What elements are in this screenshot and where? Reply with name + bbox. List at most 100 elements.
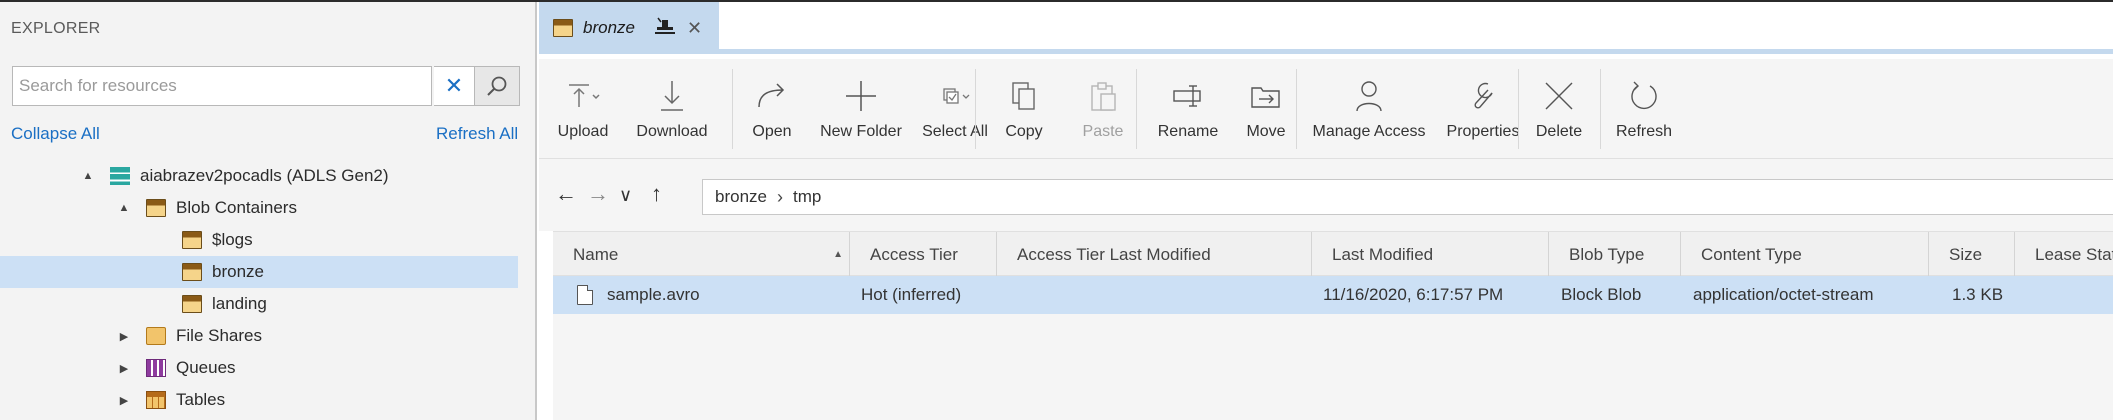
refresh-button[interactable]: Refresh <box>1603 59 1685 159</box>
tables-icon <box>146 391 166 409</box>
forward-icon[interactable]: → <box>587 181 609 207</box>
expanded-caret-icon[interactable]: ▲ <box>80 170 96 182</box>
clear-search-icon[interactable]: ✕ <box>434 66 474 106</box>
storage-account-icon <box>110 167 130 185</box>
tree-item-label: bronze <box>212 262 264 281</box>
collapse-all-link[interactable]: Collapse All <box>11 124 100 144</box>
rename-button[interactable]: Rename <box>1139 59 1237 159</box>
file-icon <box>577 285 593 305</box>
delete-icon <box>1543 79 1575 113</box>
column-label: Size <box>1949 244 1983 264</box>
person-icon <box>1354 79 1384 113</box>
search-button[interactable] <box>474 66 520 106</box>
sort-ascending-icon: ▲ <box>833 249 843 260</box>
collapsed-caret-icon[interactable]: ▶ <box>116 362 132 375</box>
column-label: Access Tier <box>870 244 958 264</box>
up-icon[interactable]: ↑ <box>651 181 662 207</box>
table-row[interactable]: sample.avro Hot (inferred) 11/16/2020, 6… <box>553 276 2113 314</box>
upload-button[interactable]: Upload <box>553 59 613 159</box>
paste-button[interactable]: Paste <box>1063 59 1143 159</box>
tree-item-file-shares[interactable]: ▶ File Shares <box>0 320 518 352</box>
column-header-content-type[interactable]: Content Type <box>1681 232 1929 277</box>
breadcrumb-root[interactable]: bronze <box>715 187 767 207</box>
search-icon <box>487 76 507 96</box>
search-input[interactable] <box>19 67 429 105</box>
search-box <box>12 66 432 106</box>
main-panel: bronze ✕ Upload Download Open New Folder… <box>539 2 2113 420</box>
blob-grid: Name ▲ Access Tier Access Tier Last Modi… <box>553 231 2113 420</box>
tree-item-label: $logs <box>212 230 253 249</box>
open-icon <box>755 79 789 113</box>
tree-item-label: aiabrazev2pocadls (ADLS Gen2) <box>140 166 389 185</box>
explorer-title: EXPLORER <box>11 20 101 37</box>
upload-icon <box>565 79 601 113</box>
chevron-down-icon[interactable]: ∨ <box>619 185 632 206</box>
cell-content-type: application/octet-stream <box>1693 285 1874 304</box>
column-header-access-tier[interactable]: Access Tier <box>850 232 997 277</box>
open-button[interactable]: Open <box>735 59 809 159</box>
breadcrumb-sub[interactable]: tmp <box>793 187 821 207</box>
tree-item-tables[interactable]: ▶ Tables <box>0 384 518 416</box>
pin-icon[interactable] <box>654 17 675 40</box>
properties-label: Properties <box>1446 123 1520 140</box>
delete-label: Delete <box>1535 123 1583 140</box>
rename-label: Rename <box>1157 123 1219 140</box>
expanded-caret-icon[interactable]: ▲ <box>116 202 132 214</box>
wrench-icon <box>1468 79 1498 113</box>
copy-button[interactable]: Copy <box>985 59 1063 159</box>
select-all-label: Select All <box>922 123 988 140</box>
column-header-name[interactable]: Name ▲ <box>553 232 850 277</box>
tree-item-label: landing <box>212 294 267 313</box>
queues-icon <box>146 359 166 377</box>
column-header-size[interactable]: Size <box>1929 232 2015 277</box>
toolbar-separator <box>1296 69 1297 149</box>
tree-item-label: File Shares <box>176 326 262 345</box>
tree-item-blob-containers[interactable]: ▲ Blob Containers <box>0 192 518 224</box>
toolbar-separator <box>1136 69 1137 149</box>
column-header-lease-state[interactable]: Lease State <box>2015 232 2113 277</box>
container-icon <box>182 231 202 249</box>
tab-label: bronze <box>583 18 635 37</box>
column-label: Access Tier Last Modified <box>1017 244 1211 264</box>
tab-bronze[interactable]: bronze ✕ <box>539 2 719 54</box>
column-header-blob-type[interactable]: Blob Type <box>1549 232 1681 277</box>
tree-item-container-logs[interactable]: $logs <box>0 224 518 256</box>
close-icon[interactable]: ✕ <box>687 18 702 39</box>
collapsed-caret-icon[interactable]: ▶ <box>116 330 132 343</box>
tree-item-storage-account[interactable]: ▲ aiabrazev2pocadls (ADLS Gen2) <box>0 160 518 192</box>
move-button[interactable]: Move <box>1229 59 1303 159</box>
column-label: Last Modified <box>1332 244 1434 264</box>
toolbar: Upload Download Open New Folder Select A… <box>539 59 2113 159</box>
upload-label: Upload <box>557 123 609 140</box>
tree-item-container-bronze[interactable]: bronze <box>0 256 518 288</box>
column-label: Name <box>573 244 619 264</box>
manage-access-button[interactable]: Manage Access <box>1301 59 1437 159</box>
back-icon[interactable]: ← <box>555 181 577 207</box>
toolbar-separator <box>975 69 976 149</box>
breadcrumb[interactable]: bronze › tmp <box>702 179 2113 215</box>
delete-button[interactable]: Delete <box>1521 59 1597 159</box>
column-header-access-tier-last-modified[interactable]: Access Tier Last Modified <box>997 232 1312 277</box>
file-shares-icon <box>146 327 166 345</box>
cell-size: 1.3 KB <box>1952 285 2004 304</box>
tree-item-label: Tables <box>176 390 226 409</box>
cell-last-modified: 11/16/2020, 6:17:57 PM <box>1323 285 1504 304</box>
tree-item-queues[interactable]: ▶ Queues <box>0 352 518 384</box>
download-button[interactable]: Download <box>627 59 717 159</box>
manage-access-label: Manage Access <box>1312 123 1426 140</box>
toolbar-separator <box>1600 69 1601 149</box>
tree-item-label: Queues <box>176 358 236 377</box>
collapsed-caret-icon[interactable]: ▶ <box>116 394 132 407</box>
paste-label: Paste <box>1082 123 1124 140</box>
cell-name: sample.avro <box>577 276 700 314</box>
column-header-last-modified[interactable]: Last Modified <box>1312 232 1549 277</box>
refresh-all-link[interactable]: Refresh All <box>436 124 518 144</box>
container-icon <box>182 295 202 313</box>
tree-item-container-landing[interactable]: landing <box>0 288 518 320</box>
download-label: Download <box>636 123 708 140</box>
properties-button[interactable]: Properties <box>1437 59 1529 159</box>
open-label: Open <box>752 123 792 140</box>
move-icon <box>1249 79 1283 113</box>
copy-label: Copy <box>1005 123 1043 140</box>
plus-icon <box>844 79 878 113</box>
